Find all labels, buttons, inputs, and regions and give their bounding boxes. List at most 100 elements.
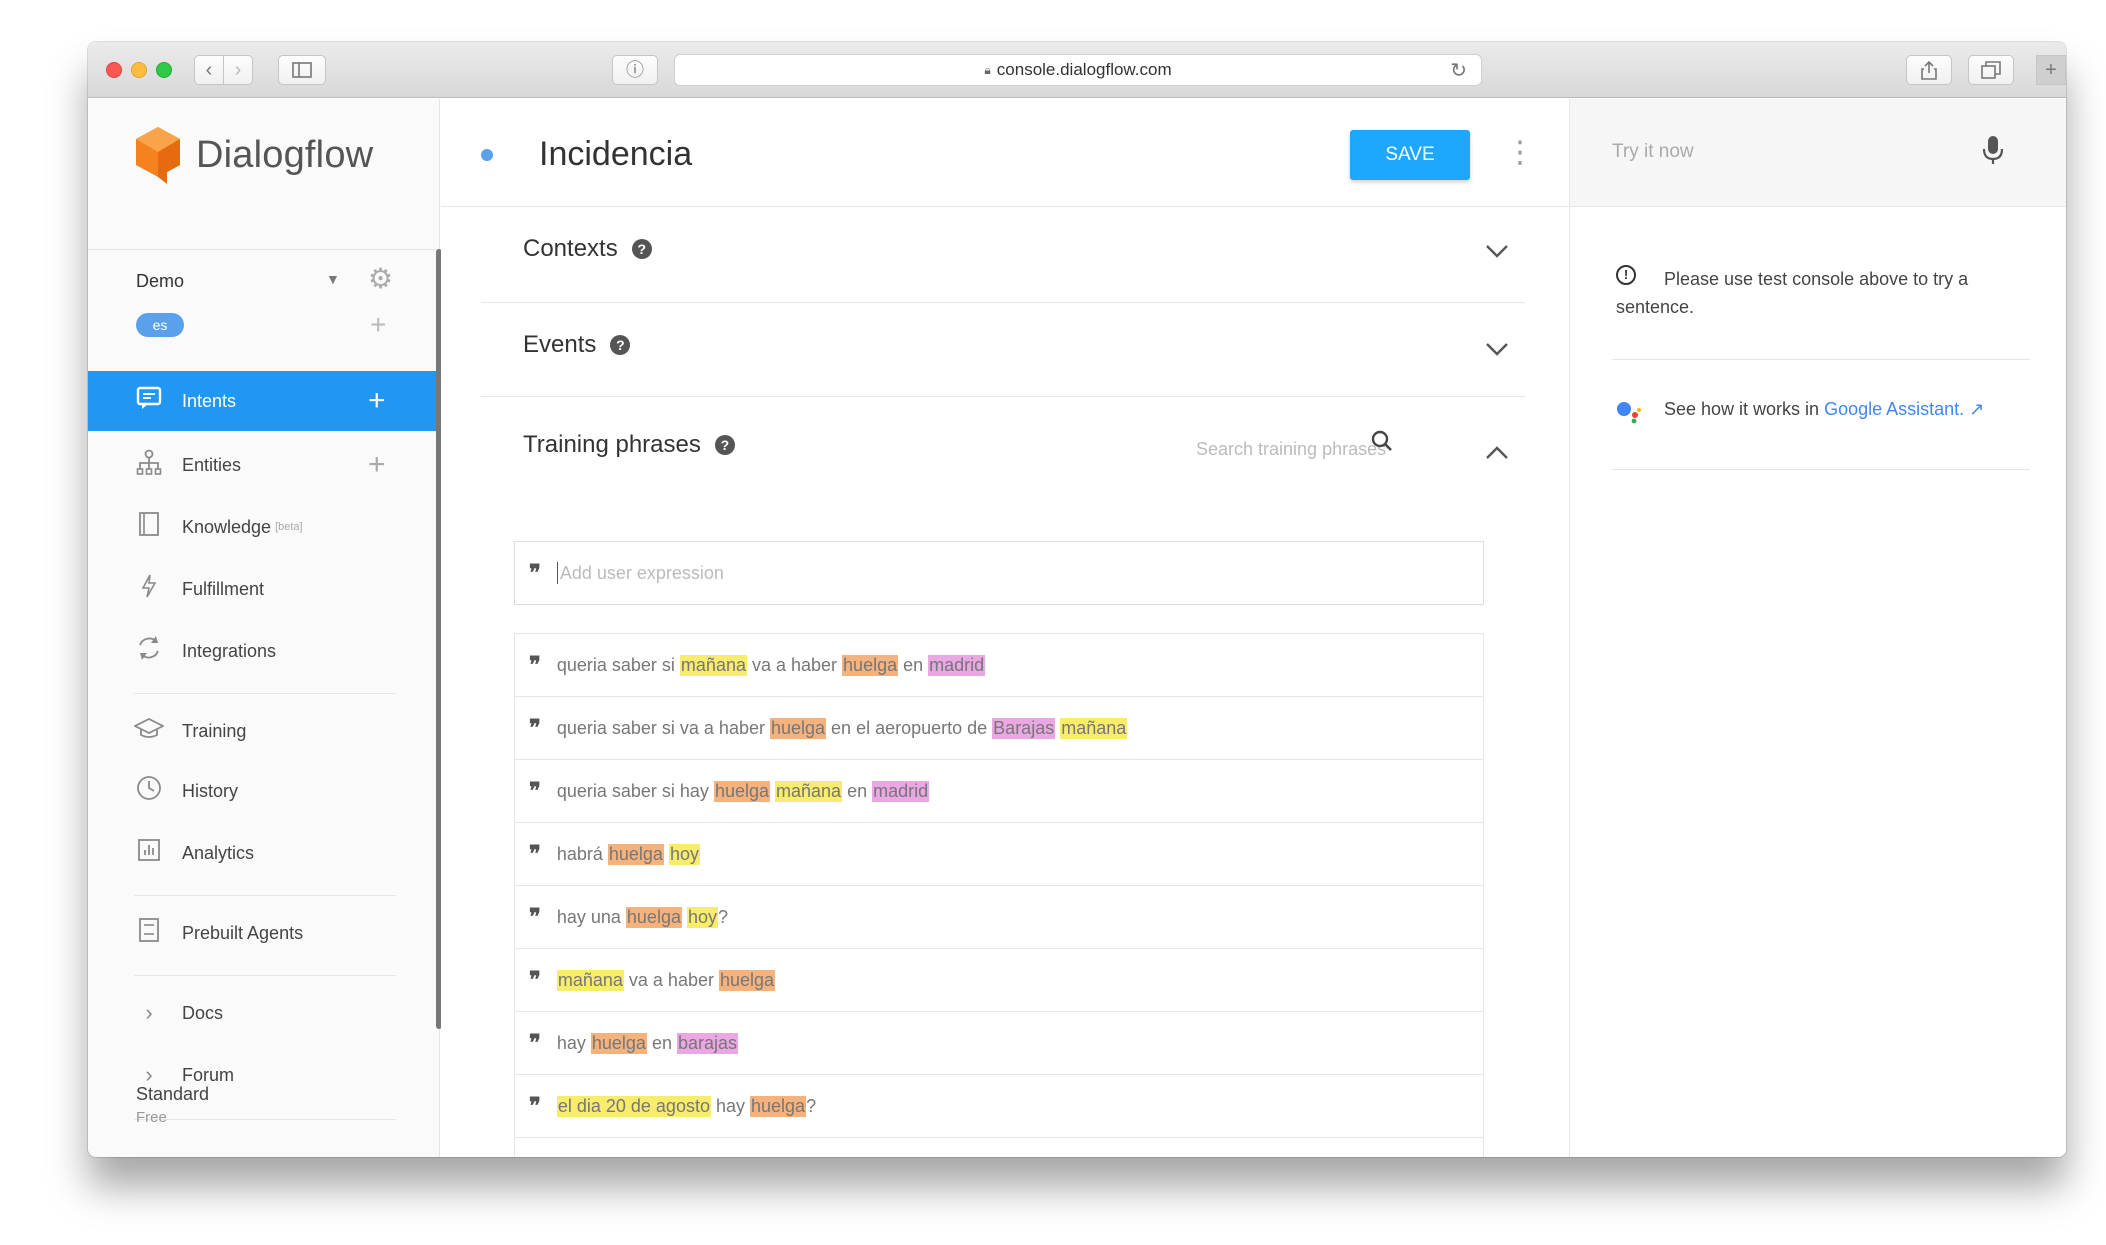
agent-selector[interactable]: Demo bbox=[136, 271, 184, 292]
sidebar-item-entities[interactable]: Entities + bbox=[88, 435, 440, 495]
training-phrase-row[interactable]: ❞queria saber si mañana hay huelga bbox=[515, 1138, 1483, 1157]
entity-annotation-event[interactable]: huelga bbox=[590, 1032, 647, 1054]
add-language-icon[interactable]: + bbox=[370, 309, 386, 341]
sidebar-item-label: Fulfillment bbox=[182, 578, 265, 599]
entity-annotation-event[interactable]: huelga bbox=[750, 1095, 807, 1117]
divider bbox=[134, 693, 396, 694]
add-user-expression-input[interactable]: ❞ Add user expression bbox=[514, 541, 1484, 605]
language-badge[interactable]: es bbox=[136, 313, 184, 337]
sidebar-item-docs[interactable]: › Docs bbox=[88, 983, 440, 1043]
entity-annotation-place[interactable]: barajas bbox=[676, 1032, 739, 1054]
entity-annotation-event[interactable]: huelga bbox=[713, 780, 770, 802]
sidebar-item-training[interactable]: Training bbox=[88, 701, 440, 761]
entity-annotation-date[interactable]: el dia 20 de agosto bbox=[556, 1095, 711, 1117]
phrase-text: habrá bbox=[556, 843, 608, 864]
entity-annotation-event[interactable]: huelga bbox=[769, 717, 827, 739]
contexts-section[interactable]: Contexts ? bbox=[481, 207, 1525, 303]
reload-icon[interactable]: ↻ bbox=[1450, 58, 1467, 83]
minimize-window-button[interactable] bbox=[131, 62, 147, 78]
sidebar-toggle-icon[interactable] bbox=[278, 55, 326, 85]
chevron-down-icon[interactable]: ▼ bbox=[326, 271, 340, 287]
events-section[interactable]: Events ? bbox=[481, 303, 1525, 397]
add-intent-icon[interactable]: + bbox=[368, 384, 386, 418]
sidebar-item-fulfillment[interactable]: Fulfillment bbox=[88, 559, 440, 619]
sidebar-item-integrations[interactable]: Integrations bbox=[88, 621, 440, 681]
quote-icon: ❞ bbox=[529, 967, 541, 993]
entity-annotation-place[interactable]: Barajas bbox=[992, 717, 1056, 739]
console-info-text: Please use test console above to try a s… bbox=[1616, 269, 1969, 317]
phrase-text: hay bbox=[710, 1095, 750, 1116]
sidebar-item-intents[interactable]: Intents + bbox=[88, 371, 440, 431]
section-header: Events ? bbox=[523, 331, 631, 359]
phrase-text: va a haber bbox=[623, 969, 719, 990]
more-options-icon[interactable]: ⋮ bbox=[1505, 135, 1535, 170]
close-window-button[interactable] bbox=[106, 62, 122, 78]
save-button[interactable]: SAVE bbox=[1350, 130, 1470, 180]
entity-annotation-place[interactable]: madrid bbox=[872, 780, 930, 802]
chevron-up-icon[interactable] bbox=[1485, 439, 1509, 467]
training-phrase-row[interactable]: ❞ queria saber si mañana va a haber huelg… bbox=[515, 634, 1483, 697]
new-tab-icon[interactable]: + bbox=[2036, 55, 2066, 85]
training-phrase-row[interactable]: ❞ queria saber si va a haber huelga en el… bbox=[515, 697, 1483, 760]
training-phrase-row[interactable]: ❞ habrá huelga hoy bbox=[515, 823, 1483, 886]
phrase-text: en bbox=[842, 780, 873, 801]
try-it-now-input[interactable]: Try it now bbox=[1612, 141, 1694, 163]
logo[interactable]: Dialogflow bbox=[134, 125, 373, 185]
entity-annotation-place[interactable]: madrid bbox=[928, 654, 986, 676]
entity-annotation-date[interactable]: hoy bbox=[686, 906, 719, 928]
settings-icon[interactable]: ⚙ bbox=[368, 262, 393, 295]
address-bar[interactable]: 🔒︎ console.dialogflow.com ↻ bbox=[674, 54, 1482, 86]
help-icon[interactable]: ? bbox=[714, 435, 735, 455]
search-training-phrases-input[interactable]: Search training phrases bbox=[1196, 439, 1386, 460]
training-phrases-header: Training phrases ? bbox=[523, 431, 735, 459]
zoom-window-button[interactable] bbox=[156, 62, 172, 78]
search-icon[interactable] bbox=[1371, 430, 1393, 457]
entity-annotation-date[interactable]: mañana bbox=[679, 654, 747, 676]
external-link-icon[interactable]: ↗ bbox=[1969, 399, 1984, 419]
training-phrase-row[interactable]: ❞ el dia 20 de agosto hay huelga? bbox=[515, 1075, 1483, 1138]
microphone-icon[interactable] bbox=[1982, 135, 2004, 170]
entity-annotation-event[interactable]: huelga bbox=[625, 906, 682, 928]
forward-icon[interactable]: › bbox=[223, 55, 253, 85]
training-phrase-row[interactable]: ❞ hay una huelga hoy? bbox=[515, 886, 1483, 949]
sidebar-item-label: Docs bbox=[182, 1002, 224, 1023]
integrations-icon bbox=[134, 635, 164, 668]
back-icon[interactable]: ‹ bbox=[194, 55, 224, 85]
entity-annotation-date[interactable]: hoy bbox=[668, 843, 700, 865]
section-title: Events bbox=[523, 331, 597, 358]
sidebar-item-label: Analytics bbox=[182, 842, 255, 863]
sidebar-item-label: Entities bbox=[182, 454, 242, 475]
quote-icon: ❞ bbox=[529, 841, 541, 867]
intent-title[interactable]: Incidencia bbox=[539, 135, 692, 174]
sidebar-item-analytics[interactable]: Analytics bbox=[88, 823, 440, 883]
sidebar-item-prebuilt-agents[interactable]: Prebuilt Agents bbox=[88, 903, 440, 963]
info-icon[interactable]: ⓘ bbox=[612, 55, 658, 85]
quote-icon: ❞ bbox=[529, 1093, 541, 1119]
quote-icon: ❞ bbox=[529, 1030, 541, 1056]
tabs-icon[interactable] bbox=[1968, 55, 2014, 85]
entity-annotation-event[interactable]: huelga bbox=[607, 843, 664, 865]
sidebar-item-history[interactable]: History bbox=[88, 761, 440, 821]
plan-name[interactable]: Standard bbox=[136, 1084, 209, 1105]
entity-annotation-event[interactable]: huelga bbox=[842, 654, 899, 676]
help-icon[interactable]: ? bbox=[631, 239, 652, 259]
phrase-text: queria saber si va a haber bbox=[556, 717, 770, 738]
section-header: Contexts ? bbox=[523, 235, 652, 263]
help-icon[interactable]: ? bbox=[610, 335, 631, 355]
sidebar-item-knowledge[interactable]: Knowledge [beta] bbox=[88, 497, 440, 557]
divider bbox=[88, 249, 440, 250]
chevron-down-icon[interactable] bbox=[1485, 335, 1509, 363]
share-icon[interactable] bbox=[1906, 55, 1952, 85]
training-phrase-row[interactable]: ❞ mañana va a haber huelga bbox=[515, 949, 1483, 1012]
google-assistant-link[interactable]: Google Assistant. bbox=[1824, 399, 1964, 419]
training-phrase-row[interactable]: ❞ queria saber si hay huelga mañana en ma… bbox=[515, 760, 1483, 823]
chevron-down-icon[interactable] bbox=[1485, 237, 1509, 265]
knowledge-icon bbox=[134, 511, 164, 544]
divider bbox=[134, 975, 396, 976]
add-entity-icon[interactable]: + bbox=[368, 448, 386, 482]
entity-annotation-date[interactable]: mañana bbox=[1060, 717, 1128, 739]
training-phrase-row[interactable]: ❞ hay huelga en barajas bbox=[515, 1012, 1483, 1075]
entity-annotation-event[interactable]: huelga bbox=[718, 969, 776, 991]
entity-annotation-date[interactable]: mañana bbox=[556, 969, 624, 991]
entity-annotation-date[interactable]: mañana bbox=[775, 780, 843, 802]
